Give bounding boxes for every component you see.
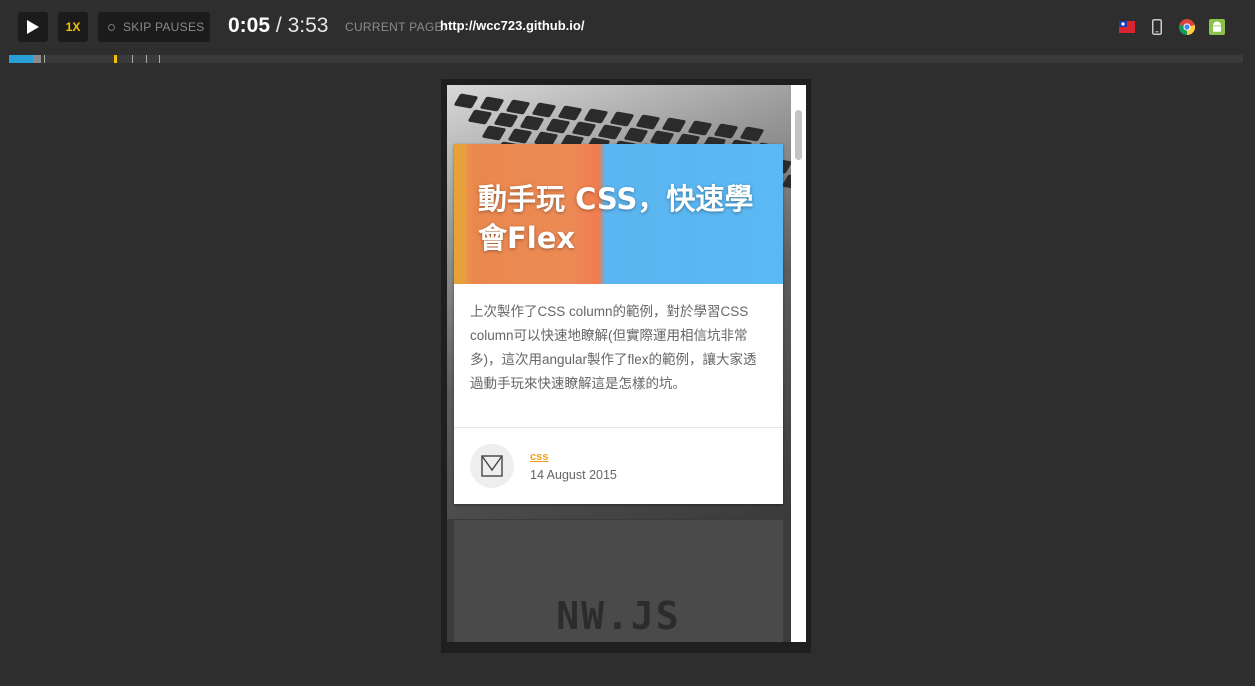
playback-speed-button[interactable]: 1X — [58, 12, 88, 42]
article-card: 動手玩 CSS，快速學會Flex 上次製作了CSS column的範例，對於學習… — [454, 144, 783, 504]
keyboard-key-decoration — [467, 109, 493, 125]
keyboard-key-decoration — [505, 99, 531, 115]
page-viewport: 動手玩 CSS，快速學會Flex 上次製作了CSS column的範例，對於學習… — [447, 85, 791, 642]
keyboard-key-decoration — [571, 121, 597, 137]
timeline-event — [33, 55, 41, 63]
time-display: 0:05 / 3:53 — [228, 14, 328, 38]
taiwan-flag-icon — [1119, 19, 1135, 35]
timeline-marker — [132, 55, 133, 63]
mobile-device-icon — [1149, 19, 1165, 35]
current-page-url: http://wcc723.github.io/ — [440, 18, 585, 33]
keyboard-key-decoration — [481, 125, 507, 141]
next-article-card[interactable]: NW.JS — [454, 520, 783, 642]
next-article-title: NW.JS — [556, 594, 681, 638]
author-logo-icon — [481, 455, 503, 477]
keyboard-key-decoration — [609, 111, 635, 127]
scrollbar[interactable] — [791, 85, 806, 642]
card-divider — [454, 427, 783, 428]
keyboard-key-decoration — [713, 123, 739, 139]
keyboard-key-decoration — [583, 108, 609, 124]
keyboard-key-decoration — [687, 120, 713, 136]
keyboard-key-decoration — [479, 96, 505, 112]
device-preview: 動手玩 CSS，快速學會Flex 上次製作了CSS column的範例，對於學習… — [441, 79, 811, 653]
keyboard-key-decoration — [623, 127, 649, 143]
keyboard-key-decoration — [507, 128, 533, 144]
timeline-marker-highlight[interactable] — [114, 55, 117, 63]
keyboard-key-decoration — [545, 118, 571, 134]
timeline-marker — [146, 55, 147, 63]
timeline-marker — [44, 55, 45, 63]
skip-pauses-toggle[interactable]: SKIP PAUSES — [98, 12, 210, 42]
article-date: 14 August 2015 — [530, 468, 617, 482]
keyboard-key-decoration — [557, 105, 583, 121]
article-title[interactable]: 動手玩 CSS，快速學會Flex — [478, 180, 768, 258]
timeline-progress — [9, 55, 35, 63]
current-page-label: CURRENT PAGE: — [345, 20, 447, 34]
environment-icons — [1119, 19, 1225, 35]
android-icon — [1209, 19, 1225, 35]
toggle-indicator-icon — [108, 23, 115, 31]
timeline-marker — [159, 55, 160, 63]
article-banner[interactable]: 動手玩 CSS，快速學會Flex — [454, 144, 783, 284]
keyboard-key-decoration — [635, 114, 661, 130]
chrome-icon — [1179, 19, 1195, 35]
keyboard-key-decoration — [519, 115, 545, 131]
keyboard-key-decoration — [493, 112, 519, 128]
player-toolbar: 1X SKIP PAUSES 0:05 / 3:53 CURRENT PAGE:… — [0, 0, 1255, 52]
playback-timeline[interactable] — [9, 55, 1243, 63]
article-excerpt: 上次製作了CSS column的範例，對於學習CSS column可以快速地瞭解… — [470, 304, 757, 391]
current-time: 0:05 — [228, 14, 271, 37]
keyboard-key-decoration — [453, 93, 479, 109]
keyboard-key-decoration — [661, 117, 687, 133]
play-button[interactable] — [18, 12, 48, 42]
article-tag-link[interactable]: css — [530, 451, 548, 463]
keyboard-key-decoration — [531, 102, 557, 118]
avatar — [470, 444, 514, 488]
scrollbar-thumb[interactable] — [795, 110, 802, 160]
skip-pauses-label: SKIP PAUSES — [123, 20, 205, 34]
play-icon — [27, 20, 39, 34]
time-separator: / — [275, 14, 282, 37]
keyboard-key-decoration — [739, 126, 765, 142]
total-time: 3:53 — [287, 14, 329, 37]
keyboard-key-decoration — [597, 124, 623, 140]
